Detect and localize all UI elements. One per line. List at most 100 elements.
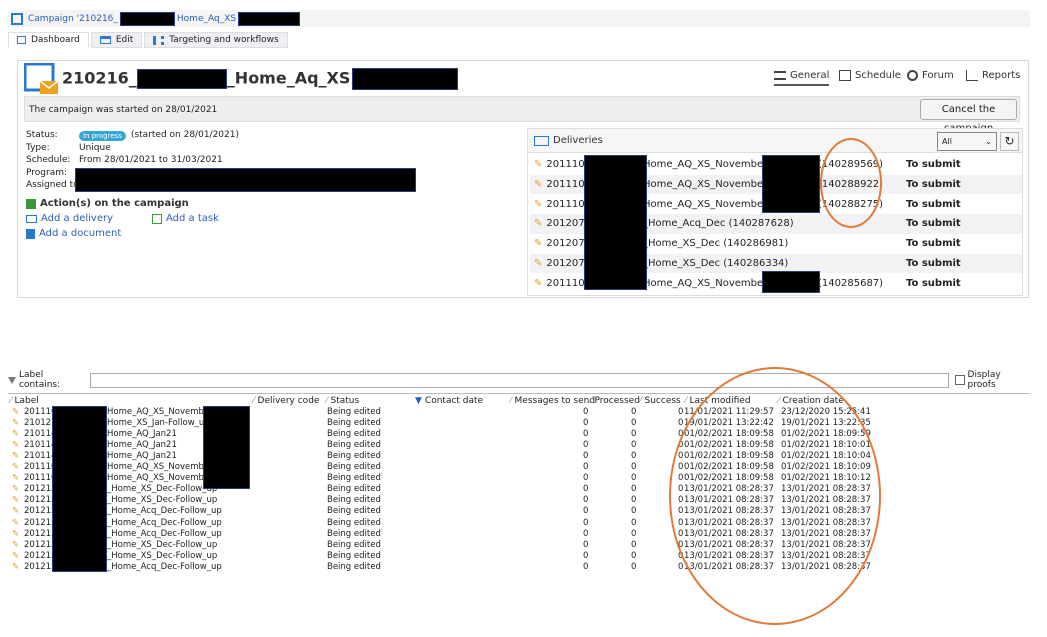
row-label-b: _Home_Acq_Dec-Follow_up	[107, 517, 222, 528]
table-row[interactable]: ✎ 210114_ Home_AQ_Jan21 Being edited 0 0 0 01/0…	[10, 429, 1028, 440]
redacted-block	[203, 406, 250, 489]
pencil-icon: ✎	[534, 277, 543, 289]
row-messages: 0	[583, 462, 589, 473]
table-row[interactable]: ✎ 210114_ Home_AQ_Jan21 Being edited 0 0 0 01/0…	[10, 440, 1028, 451]
pencil-icon: ✎	[12, 539, 20, 550]
sort-icon: ⁄	[253, 396, 255, 406]
view-forum[interactable]: Forum	[907, 70, 954, 81]
row-messages: 0	[583, 539, 589, 550]
row-processed: 0	[631, 473, 637, 484]
redacted-block	[75, 168, 416, 192]
tab-bar: Dashboard Edit Targeting and workflows	[8, 32, 290, 48]
table-row[interactable]: ✎ 201215_ _Home_Acq_Dec-Follow_up Being edi…	[10, 562, 1028, 573]
row-processed: 0	[631, 451, 637, 462]
delivery-label-b: _Home_XS_Dec (140286981)	[643, 238, 789, 250]
redacted-block	[119, 11, 175, 26]
row-label-b: _Home_Acq_Dec-Follow_up	[107, 506, 222, 517]
row-processed: 0	[631, 440, 637, 451]
column-header[interactable]: ⁄ Status	[326, 395, 359, 407]
add-delivery-link[interactable]: Add a delivery	[26, 213, 113, 224]
tab-edit[interactable]: Edit	[90, 32, 143, 48]
table-row[interactable]: ✎ 201110_ Home_AQ_XS_November Being edited 0…	[10, 407, 1028, 418]
row-processed: 0	[631, 517, 637, 528]
column-label: Processed	[594, 396, 640, 406]
row-success: 0	[678, 418, 684, 429]
action-arrow-icon	[26, 198, 36, 209]
row-label-b: Home_AQ_XS_November	[107, 407, 213, 417]
deliveries-filter-select[interactable]: All ⌄	[937, 132, 997, 151]
tab-dashboard[interactable]: Dashboard	[8, 32, 89, 48]
table-row[interactable]: ✎ 201215_ _Home_XS_Dec-Follow_up Being edit…	[10, 540, 1028, 551]
add-task-link[interactable]: Add a task	[152, 213, 219, 224]
row-messages: 0	[583, 484, 589, 495]
redacted-block	[762, 155, 820, 213]
pencil-icon: ✎	[12, 418, 20, 429]
row-status: Being edited	[327, 462, 381, 473]
row-status: Being edited	[327, 429, 381, 440]
column-header[interactable]: ⁄ Label	[10, 395, 39, 407]
pencil-icon: ✎	[12, 484, 20, 495]
row-status: Being edited	[327, 550, 381, 561]
view-general[interactable]: General	[774, 70, 830, 86]
column-header[interactable]: ⁄ Messages to send	[510, 395, 595, 407]
pencil-icon: ✎	[534, 159, 543, 171]
row-label-b: Home_AQ_Jan21	[107, 429, 177, 440]
row-label-b: _Home_XS_Dec-Follow_up	[107, 539, 218, 550]
row-messages: 0	[583, 429, 589, 440]
pencil-icon: ✎	[12, 451, 20, 462]
row-label-b: Home_XS_Jan-Follow_up	[107, 418, 210, 429]
campaign-started-bar: The campaign was started on 28/01/2021	[24, 96, 1020, 122]
table-row[interactable]: ✎ 210121_ Home_XS_Jan-Follow_up Being edite…	[10, 418, 1028, 429]
sort-icon: ⁄	[10, 396, 12, 406]
sort-icon: ▼	[415, 396, 422, 406]
row-status: Being edited	[327, 484, 381, 495]
task-icon	[152, 213, 162, 224]
table-row[interactable]: ✎ 201215_ _Home_XS_Dec-Follow_up Being edit…	[10, 551, 1028, 562]
pencil-icon: ✎	[12, 528, 20, 539]
general-icon	[774, 71, 786, 80]
column-header[interactable]: ▼ Contact date	[415, 395, 483, 407]
tab-targeting-workflows[interactable]: Targeting and workflows	[144, 32, 288, 48]
row-status: Being edited	[327, 495, 381, 506]
column-header[interactable]: ⁄ Processed	[590, 395, 640, 407]
column-header[interactable]: ⁄ Success	[640, 395, 681, 407]
row-processed: 0	[631, 484, 637, 495]
schedule-key: Schedule:	[26, 155, 71, 165]
row-messages: 0	[583, 440, 589, 451]
column-label: Messages to send	[514, 396, 596, 406]
column-label: Contact date	[424, 396, 484, 406]
campaign-title: 210216_ _Home_Aq_XS	[62, 68, 459, 90]
view-reports[interactable]: Reports	[966, 70, 1020, 81]
add-document-link[interactable]: Add a document	[26, 228, 121, 239]
breadcrumb-prefix[interactable]: Campaign '210216_	[28, 14, 118, 24]
view-schedule[interactable]: Schedule	[839, 70, 901, 81]
breadcrumb-suffix[interactable]: Home_Aq_XS	[177, 14, 236, 24]
tab-label: Dashboard	[31, 34, 80, 45]
delivery-status: To submit	[906, 198, 961, 210]
pencil-icon: ✎	[12, 440, 20, 451]
pencil-icon: ✎	[12, 473, 20, 484]
cancel-campaign-button[interactable]: Cancel the campaign	[920, 99, 1017, 134]
row-status: Being edited	[327, 528, 381, 539]
column-label: Status	[330, 396, 360, 406]
column-header[interactable]: ⁄ Delivery code	[253, 395, 319, 407]
row-label-b: Home_AQ_Jan21	[107, 440, 177, 451]
breadcrumb: Campaign '210216_ Home_Aq_XS	[8, 10, 1030, 27]
display-proofs-label: Display proofs	[967, 370, 1001, 390]
sort-icon: ⁄	[685, 396, 687, 406]
delivery-id: (140285687)	[818, 277, 884, 289]
annotation-oval	[820, 138, 882, 228]
row-processed: 0	[631, 528, 637, 539]
delivery-label-b: _Home_Acq_Dec (140287628)	[643, 218, 794, 230]
refresh-button[interactable]: ↻	[1000, 132, 1019, 151]
row-status: Being edited	[327, 517, 381, 528]
tab-label: Targeting and workflows	[169, 35, 279, 45]
sort-icon: ⁄	[510, 396, 512, 406]
status-text: (started on 28/01/2021)	[130, 130, 239, 140]
dashboard-icon	[17, 35, 26, 44]
mail-icon	[26, 214, 37, 223]
row-label-b: Home_AQ_XS_November	[107, 462, 213, 473]
display-proofs-checkbox[interactable]	[954, 375, 965, 385]
row-messages: 0	[583, 517, 589, 528]
pencil-icon: ✎	[12, 550, 20, 561]
